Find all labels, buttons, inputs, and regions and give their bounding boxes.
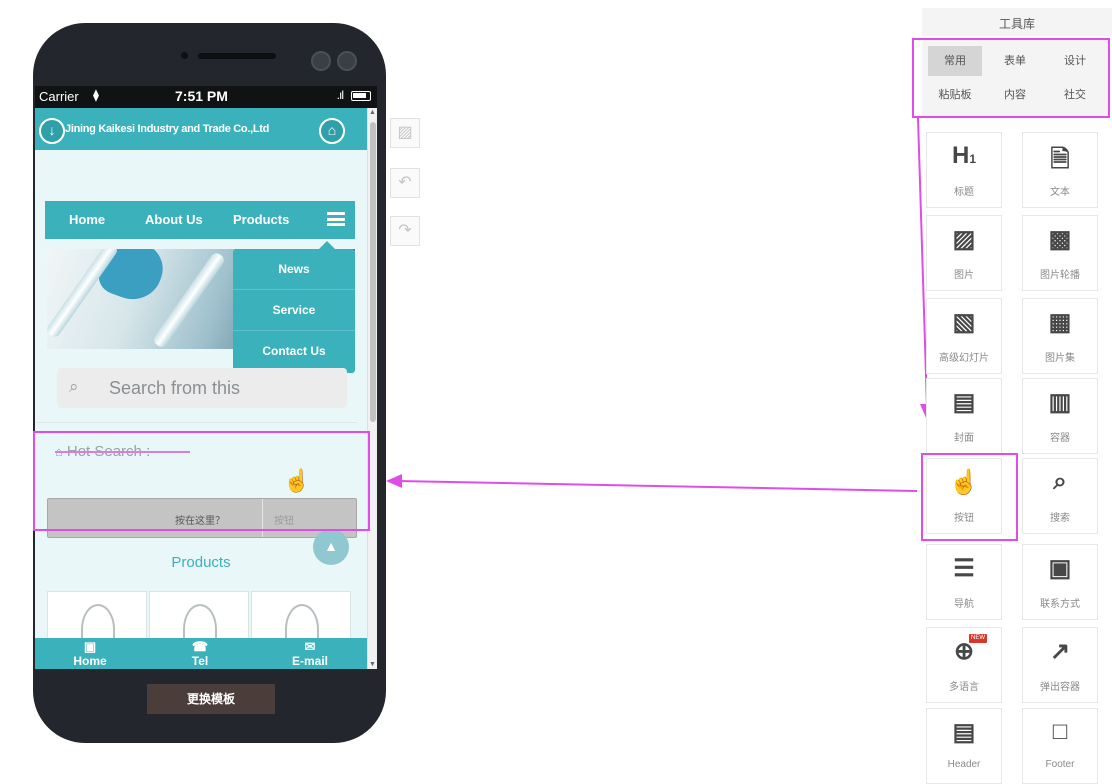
arrow-head <box>386 474 402 488</box>
tile-text[interactable]: 🗎 文本 <box>1022 132 1098 208</box>
navigation-icon: ☰ <box>953 555 975 582</box>
footer-icon: □ <box>1052 718 1068 745</box>
tile-language[interactable]: ⊕ NEW 多语言 <box>926 627 1002 703</box>
tile-gallery[interactable]: ▦ 图片集 <box>1022 298 1098 374</box>
tile-slideshow[interactable]: ▧ 高级幻灯片 <box>926 298 1002 374</box>
tile-label: 联系方式 <box>1040 599 1080 610</box>
tile-label: 图片集 <box>1045 353 1075 364</box>
image-icon: ▨ <box>952 226 976 253</box>
slideshow-icon: ▧ <box>952 309 976 336</box>
tile-popup[interactable]: ↗ 弹出容器 <box>1022 627 1098 703</box>
tile-container[interactable]: ▥ 容器 <box>1022 378 1098 454</box>
tile-label: 图片 <box>954 270 974 281</box>
cover-icon: ▤ <box>952 389 976 416</box>
contact-icon: ▣ <box>1048 555 1072 582</box>
tile-label: 高级幻灯片 <box>939 353 989 364</box>
tile-image[interactable]: ▨ 图片 <box>926 215 1002 291</box>
tabs-highlight-box <box>912 38 1110 118</box>
image-carousel-icon: ▩ <box>1048 226 1072 253</box>
gallery-icon: ▦ <box>1048 309 1072 336</box>
tile-search[interactable]: ⌕ 搜索 <box>1022 458 1098 534</box>
tile-label: 多语言 <box>949 682 979 693</box>
toolbox-title: 工具库 <box>998 17 1035 31</box>
tile-navigation[interactable]: ☰ 导航 <box>926 544 1002 620</box>
new-badge: NEW <box>969 634 987 643</box>
search-icon: ⌕ <box>1053 468 1067 495</box>
popup-icon: ↗ <box>1049 638 1071 665</box>
tile-label: 标题 <box>954 187 974 198</box>
tile-label: 文本 <box>1050 187 1070 198</box>
tile-contact[interactable]: ▣ 联系方式 <box>1022 544 1098 620</box>
container-icon: ▥ <box>1048 389 1072 416</box>
tile-label: Header <box>947 759 981 770</box>
tile-label: 容器 <box>1050 433 1070 444</box>
tile-header[interactable]: ▤ Header <box>926 708 1002 784</box>
tile-label: Footer <box>1045 759 1075 770</box>
tile-label: 导航 <box>954 599 974 610</box>
tile-label: 弹出容器 <box>1040 682 1080 693</box>
tile-image-carousel[interactable]: ▩ 图片轮播 <box>1022 215 1098 291</box>
tile-cover[interactable]: ▤ 封面 <box>926 378 1002 454</box>
heading-icon: H1 <box>951 142 977 169</box>
text-icon: 🗎 <box>1050 146 1070 173</box>
header-icon: ▤ <box>952 719 976 746</box>
tile-label: 图片轮播 <box>1040 270 1080 281</box>
tile-heading[interactable]: H1 标题 <box>926 132 1002 208</box>
arrow-line <box>397 480 918 492</box>
toolbox-header: 工具库 <box>922 8 1112 36</box>
button-tile-highlight-box <box>921 453 1018 541</box>
tile-label: 搜索 <box>1050 513 1070 524</box>
tile-footer[interactable]: □ Footer <box>1022 708 1098 784</box>
language-icon: ⊕ <box>953 638 975 665</box>
tile-label: 封面 <box>954 433 974 444</box>
